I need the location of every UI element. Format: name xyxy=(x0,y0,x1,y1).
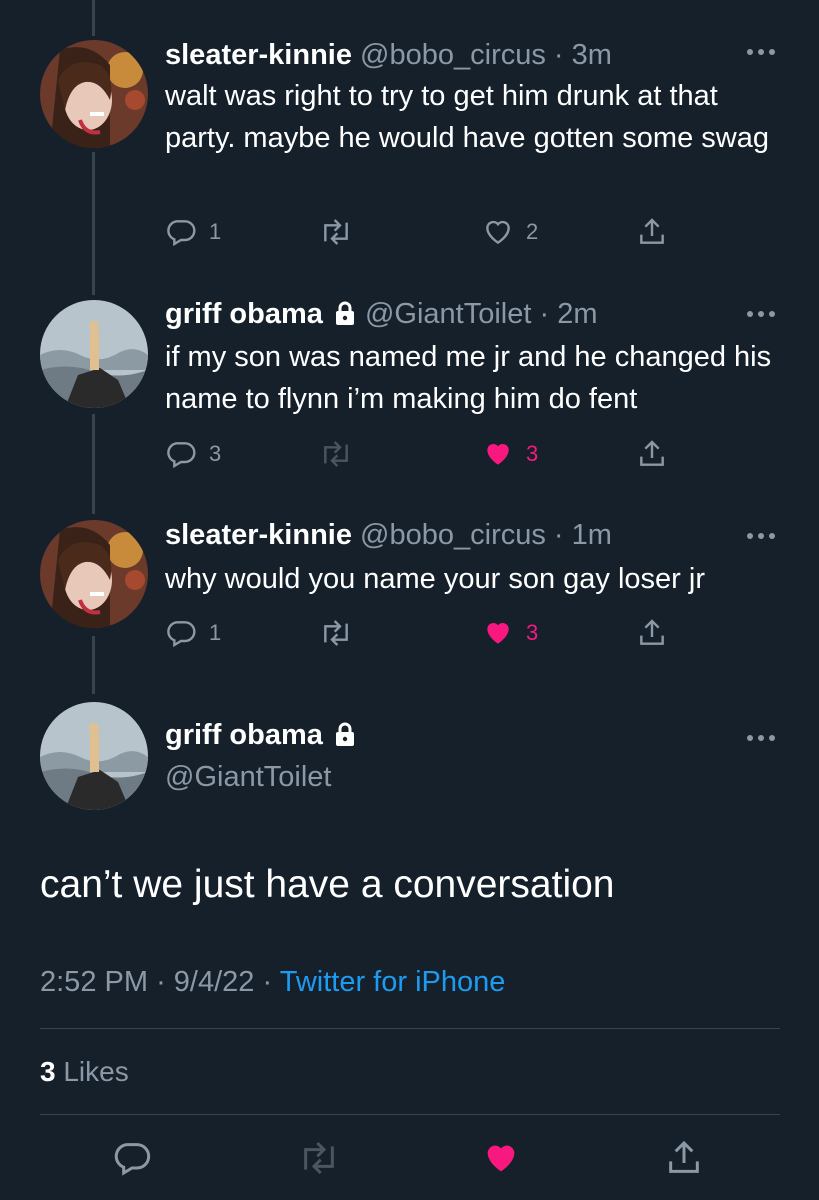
retweet-icon xyxy=(324,441,348,467)
reply-count: 1 xyxy=(209,620,222,645)
tweet-date[interactable]: 9/4/22 xyxy=(174,966,255,998)
more-icon[interactable] xyxy=(747,308,777,320)
retweet-button[interactable] xyxy=(318,214,354,250)
tweet-time[interactable]: 2:52 PM xyxy=(40,966,148,998)
divider xyxy=(40,1028,780,1029)
reply-icon xyxy=(167,442,196,469)
timestamp[interactable]: 2m xyxy=(557,298,597,330)
user-handle[interactable]: @bobo_circus xyxy=(360,519,546,551)
avatar[interactable] xyxy=(40,300,148,408)
share-icon xyxy=(640,440,664,466)
more-icon[interactable] xyxy=(747,732,777,744)
tweet-text: why would you name your son gay loser jr xyxy=(165,563,705,595)
separator: · xyxy=(262,966,273,998)
user-handle[interactable]: @GiantToilet xyxy=(165,760,331,794)
like-button[interactable]: 3 xyxy=(482,615,538,651)
avatar[interactable] xyxy=(40,40,148,148)
likes-label: Likes xyxy=(63,1056,129,1087)
share-icon xyxy=(640,218,664,244)
user-handle[interactable]: @bobo_circus xyxy=(360,39,546,71)
like-button[interactable] xyxy=(480,1140,522,1176)
tweet-source-link[interactable]: Twitter for iPhone xyxy=(280,966,506,998)
separator: · xyxy=(553,39,564,71)
heart-icon xyxy=(487,444,509,465)
likes-summary[interactable]: 3 Likes xyxy=(40,1055,129,1089)
reply-icon xyxy=(167,220,196,247)
reply-icon xyxy=(167,621,196,648)
display-name[interactable]: griff obama xyxy=(165,719,323,751)
tweet-meta: 2:52 PM · 9/4/22 · Twitter for iPhone xyxy=(40,964,505,1000)
share-button[interactable] xyxy=(636,436,668,472)
display-name[interactable]: griff obama xyxy=(165,298,323,330)
separator: · xyxy=(553,519,564,551)
likes-count: 3 xyxy=(40,1056,56,1087)
divider xyxy=(40,1114,780,1115)
user-handle[interactable]: @GiantToilet xyxy=(365,298,531,330)
tweet-header: sleater-kinnie @bobo_circus · 1m xyxy=(165,518,612,552)
tweet-text: if my son was named me jr and he changed… xyxy=(165,341,772,415)
separator: · xyxy=(156,966,166,998)
retweet-button[interactable] xyxy=(297,1140,341,1176)
thread-line xyxy=(92,0,95,36)
like-count: 2 xyxy=(526,219,539,244)
retweet-icon xyxy=(324,620,348,646)
retweet-icon xyxy=(324,219,348,245)
reply-button[interactable]: 1 xyxy=(165,214,221,250)
thread-line xyxy=(92,414,95,514)
avatar[interactable] xyxy=(40,702,148,810)
main-tweet-text: can’t we just have a conversation xyxy=(40,863,615,906)
reply-count: 1 xyxy=(209,219,222,244)
like-count: 3 xyxy=(526,620,539,645)
like-count: 3 xyxy=(526,441,539,466)
tweet-header: griff obama @GiantToilet · 2m xyxy=(165,297,598,331)
share-icon xyxy=(669,1140,699,1173)
main-tweet-name: griff obama xyxy=(165,718,357,752)
reply-button[interactable]: 3 xyxy=(165,436,221,472)
share-button[interactable] xyxy=(636,615,668,651)
reply-icon xyxy=(114,1143,151,1176)
share-button[interactable] xyxy=(664,1140,704,1176)
more-icon[interactable] xyxy=(747,530,777,542)
lock-icon xyxy=(335,722,354,746)
tweet-header: sleater-kinnie @bobo_circus · 3m xyxy=(165,38,612,72)
heart-icon xyxy=(487,623,509,644)
share-icon xyxy=(640,619,664,645)
timestamp[interactable]: 3m xyxy=(572,39,612,71)
separator: · xyxy=(539,298,550,330)
retweet-icon xyxy=(304,1141,334,1175)
thread-line xyxy=(92,636,95,694)
retweet-button[interactable] xyxy=(318,436,354,472)
reply-button[interactable] xyxy=(112,1140,152,1176)
like-button[interactable]: 3 xyxy=(482,436,538,472)
timestamp[interactable]: 1m xyxy=(572,519,612,551)
lock-icon xyxy=(335,301,354,325)
avatar[interactable] xyxy=(40,520,148,628)
retweet-button[interactable] xyxy=(318,615,354,651)
heart-icon xyxy=(486,220,510,245)
display-name[interactable]: sleater-kinnie xyxy=(165,39,352,71)
reply-count: 3 xyxy=(209,441,222,466)
reply-button[interactable]: 1 xyxy=(165,615,221,651)
thread-line xyxy=(92,152,95,295)
tweet-text: walt was right to try to get him drunk a… xyxy=(165,80,769,154)
like-button[interactable]: 2 xyxy=(482,214,538,250)
more-icon[interactable] xyxy=(747,46,777,58)
share-button[interactable] xyxy=(636,214,668,250)
heart-icon xyxy=(487,1145,515,1172)
display-name[interactable]: sleater-kinnie xyxy=(165,519,352,551)
